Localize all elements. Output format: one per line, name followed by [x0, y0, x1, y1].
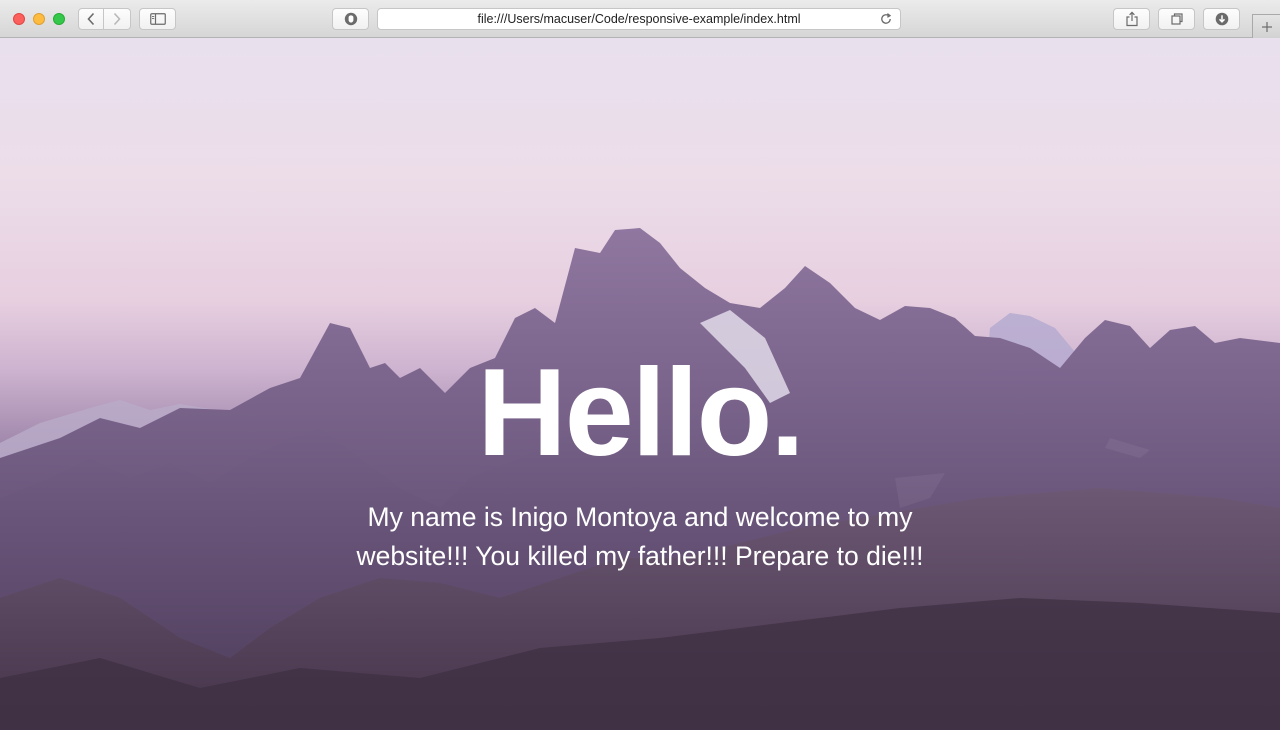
sidebar-icon [149, 13, 166, 25]
close-window-button[interactable] [13, 13, 25, 25]
chevron-left-icon [87, 12, 95, 26]
minimize-window-button[interactable] [33, 13, 45, 25]
tabs-overview-button[interactable] [1158, 8, 1195, 30]
tabs-overview-icon [1170, 13, 1183, 25]
address-url: file:///Users/macuser/Code/responsive-ex… [477, 12, 801, 26]
browser-window: file:///Users/macuser/Code/responsive-ex… [0, 0, 1280, 730]
web-page: Hello. My name is Inigo Montoya and welc… [0, 38, 1280, 730]
downloads-button[interactable] [1203, 8, 1240, 30]
sidebar-toggle-button[interactable] [139, 8, 176, 30]
share-button[interactable] [1113, 8, 1150, 30]
hero-text: My name is Inigo Montoya and welcome to … [356, 502, 924, 571]
back-button[interactable] [78, 8, 104, 30]
zoom-window-button[interactable] [53, 13, 65, 25]
shield-icon [344, 12, 357, 26]
plus-icon [1261, 21, 1272, 32]
forward-button[interactable] [104, 8, 131, 30]
new-tab-button[interactable] [1252, 14, 1280, 38]
share-icon [1125, 11, 1138, 27]
reload-icon[interactable] [879, 12, 893, 29]
chevron-right-icon [113, 12, 121, 26]
browser-toolbar: file:///Users/macuser/Code/responsive-ex… [0, 0, 1280, 38]
privacy-button[interactable] [332, 8, 369, 30]
download-icon [1215, 12, 1228, 26]
address-bar[interactable]: file:///Users/macuser/Code/responsive-ex… [377, 8, 901, 30]
hero-title: Hello. [477, 344, 805, 482]
